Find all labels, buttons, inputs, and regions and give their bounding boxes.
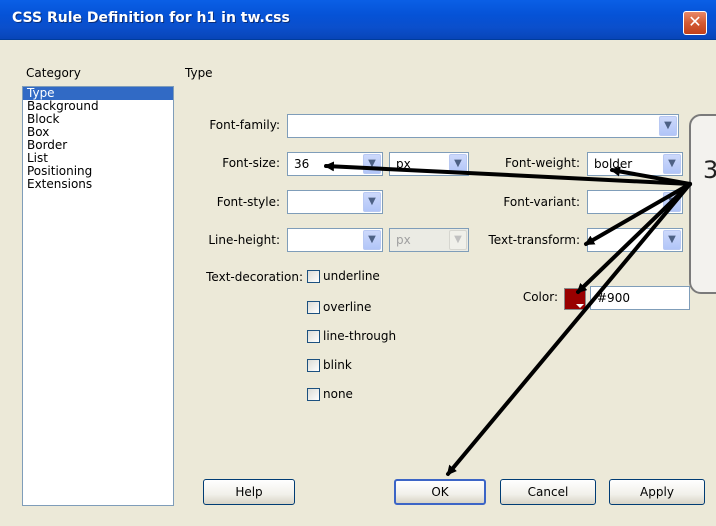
- chevron-down-icon[interactable]: ▼: [659, 116, 677, 136]
- line-height-unit-select: px ▼: [389, 228, 469, 252]
- ok-button[interactable]: OK: [394, 479, 486, 505]
- chevron-down-icon: ▼: [449, 230, 467, 250]
- none-checkbox[interactable]: none: [307, 387, 353, 401]
- window-title: CSS Rule Definition for h1 in tw.css: [12, 10, 290, 26]
- chevron-down-icon[interactable]: ▼: [449, 154, 467, 174]
- font-weight-label: Font-weight:: [505, 156, 580, 170]
- chevron-down-icon[interactable]: ▼: [363, 230, 381, 250]
- underline-checkbox[interactable]: underline: [307, 269, 380, 283]
- type-header: Type: [185, 66, 213, 80]
- chevron-down-icon[interactable]: ▼: [663, 154, 681, 174]
- color-label: Color:: [522, 290, 558, 304]
- font-family-select[interactable]: ▼: [287, 114, 679, 138]
- title-bar: CSS Rule Definition for h1 in tw.css ✕: [0, 0, 716, 40]
- help-button[interactable]: Help: [203, 479, 295, 505]
- category-list[interactable]: Type Background Block Box Border List Po…: [22, 86, 174, 506]
- line-height-label: Line-height:: [208, 233, 280, 247]
- line-through-checkbox[interactable]: line-through: [307, 329, 396, 343]
- chevron-down-icon[interactable]: ▼: [663, 192, 681, 212]
- cancel-button[interactable]: Cancel: [500, 479, 596, 505]
- line-height-select[interactable]: ▼: [287, 228, 383, 252]
- blink-checkbox[interactable]: blink: [307, 358, 352, 372]
- color-swatch-button[interactable]: [564, 288, 586, 310]
- font-variant-label: Font-variant:: [503, 195, 580, 209]
- font-style-label: Font-style:: [216, 195, 280, 209]
- font-variant-select[interactable]: ▼: [587, 190, 683, 214]
- font-size-select[interactable]: 36 ▼: [287, 152, 383, 176]
- font-size-unit-select[interactable]: px ▼: [389, 152, 469, 176]
- color-input[interactable]: #900: [590, 286, 690, 310]
- apply-button[interactable]: Apply: [609, 479, 705, 505]
- annotation-callout: 3: [689, 114, 716, 294]
- font-size-label: Font-size:: [222, 156, 280, 170]
- callout-number: 3: [703, 156, 716, 184]
- font-style-select[interactable]: ▼: [287, 190, 383, 214]
- font-family-label: Font-family:: [209, 118, 280, 132]
- font-weight-select[interactable]: bolder ▼: [587, 152, 683, 176]
- overline-checkbox[interactable]: overline: [307, 300, 371, 314]
- text-transform-label: Text-transform:: [488, 233, 580, 247]
- category-item-extensions[interactable]: Extensions: [23, 178, 173, 191]
- text-transform-select[interactable]: ▼: [587, 228, 683, 252]
- chevron-down-icon[interactable]: ▼: [363, 192, 381, 212]
- chevron-down-icon[interactable]: ▼: [363, 154, 381, 174]
- close-icon[interactable]: ✕: [683, 11, 707, 35]
- category-header: Category: [26, 66, 81, 80]
- chevron-down-icon[interactable]: ▼: [663, 230, 681, 250]
- text-decoration-label: Text-decoration:: [206, 270, 303, 284]
